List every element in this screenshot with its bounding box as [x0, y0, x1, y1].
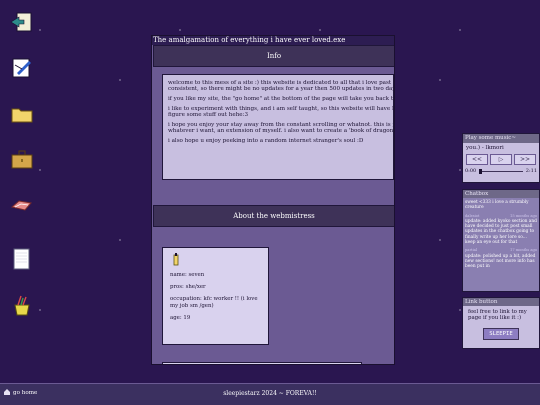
window-title: The amalgamation of everything i have ev… [152, 36, 394, 45]
progress-track[interactable] [479, 168, 523, 174]
link-box: Link button feel free to link to my page… [462, 297, 540, 349]
link-box-text: feel free to link to my page if you like… [468, 309, 527, 322]
notepad-icon[interactable] [8, 246, 36, 272]
profile-occupation: occupation: kfc worker !! (i love my job… [170, 296, 258, 309]
chat-body: sweet <333 i love a strumbly creature da… [463, 198, 539, 275]
progress-knob[interactable] [479, 168, 483, 174]
info-header: Info [153, 45, 394, 67]
profile-pronouns: pros: she/xer [170, 284, 206, 290]
edit-document-icon[interactable] [8, 55, 36, 81]
chat-message: partial 17 months ago update: polished u… [465, 248, 537, 269]
about-header: About the webmistress [153, 205, 394, 227]
briefcase-icon[interactable] [8, 146, 36, 172]
footer: go home sleepiestarz 2024 ~ FOREVA!! [0, 383, 540, 405]
profile-card: name: seven pros: she/xer occupation: kf… [162, 247, 269, 345]
chatbox[interactable]: Chatbox sweet <333 i love a strumbly cre… [462, 189, 540, 292]
music-player: Play some music~ you.) - lkmori << ▷ >> … [462, 133, 540, 183]
info-paragraph: if you like my site, the "go home" at th… [168, 96, 394, 102]
info-box[interactable]: welcome to this mess of a site :) this w… [162, 74, 394, 180]
cursor-icon [170, 253, 261, 267]
info-paragraph: i hope you enjoy your stay away from the… [168, 121, 394, 134]
candy-icon[interactable] [8, 192, 36, 218]
profile-name: name: seven [170, 272, 205, 278]
paint-bucket-icon[interactable] [8, 293, 36, 319]
folder-icon[interactable] [8, 101, 36, 127]
player-controls: << ▷ >> [463, 153, 539, 166]
profile-age: age: 19 [170, 315, 191, 321]
music-player-title: Play some music~ [463, 134, 539, 143]
arrow-scroll-icon[interactable] [8, 10, 36, 36]
bottom-strip [162, 362, 362, 364]
progress-row: 0:00 2:11 [463, 166, 539, 176]
info-paragraph: welcome to this mess of a site :) this w… [168, 80, 393, 93]
chat-message-text: sweet <333 i love a strumbly creature [465, 200, 529, 211]
main-window: The amalgamation of everything i have ev… [151, 35, 395, 365]
chat-message-text: update: added kyoko section and have dec… [465, 218, 537, 246]
link-box-title: Link button [463, 298, 539, 306]
chat-time: 17 months ago [510, 248, 537, 253]
chat-message-text: update: polished up a bit, added new sec… [465, 253, 536, 270]
play-button[interactable]: ▷ [490, 154, 512, 165]
info-paragraph: i like to experiment with things, and i … [168, 105, 393, 118]
next-button[interactable]: >> [514, 154, 536, 165]
song-name: you.) - lkmori [466, 145, 504, 151]
chat-message: sweet <333 i love a strumbly creature [465, 200, 537, 211]
time-total: 2:11 [525, 168, 537, 174]
chatbox-title: Chatbox [463, 190, 539, 198]
chat-author: partial [465, 248, 478, 253]
chat-message: dalesiot 15 months ago update: added kyo… [465, 214, 537, 246]
sleepie-link-button[interactable]: SLEEPIE [483, 327, 519, 340]
footer-text: sleepiestarz 2024 ~ FOREVA!! [223, 390, 317, 397]
info-paragraph: i also hope u enjoy peeking into a rando… [168, 137, 364, 144]
time-current: 0:00 [465, 168, 477, 174]
prev-button[interactable]: << [466, 154, 488, 165]
